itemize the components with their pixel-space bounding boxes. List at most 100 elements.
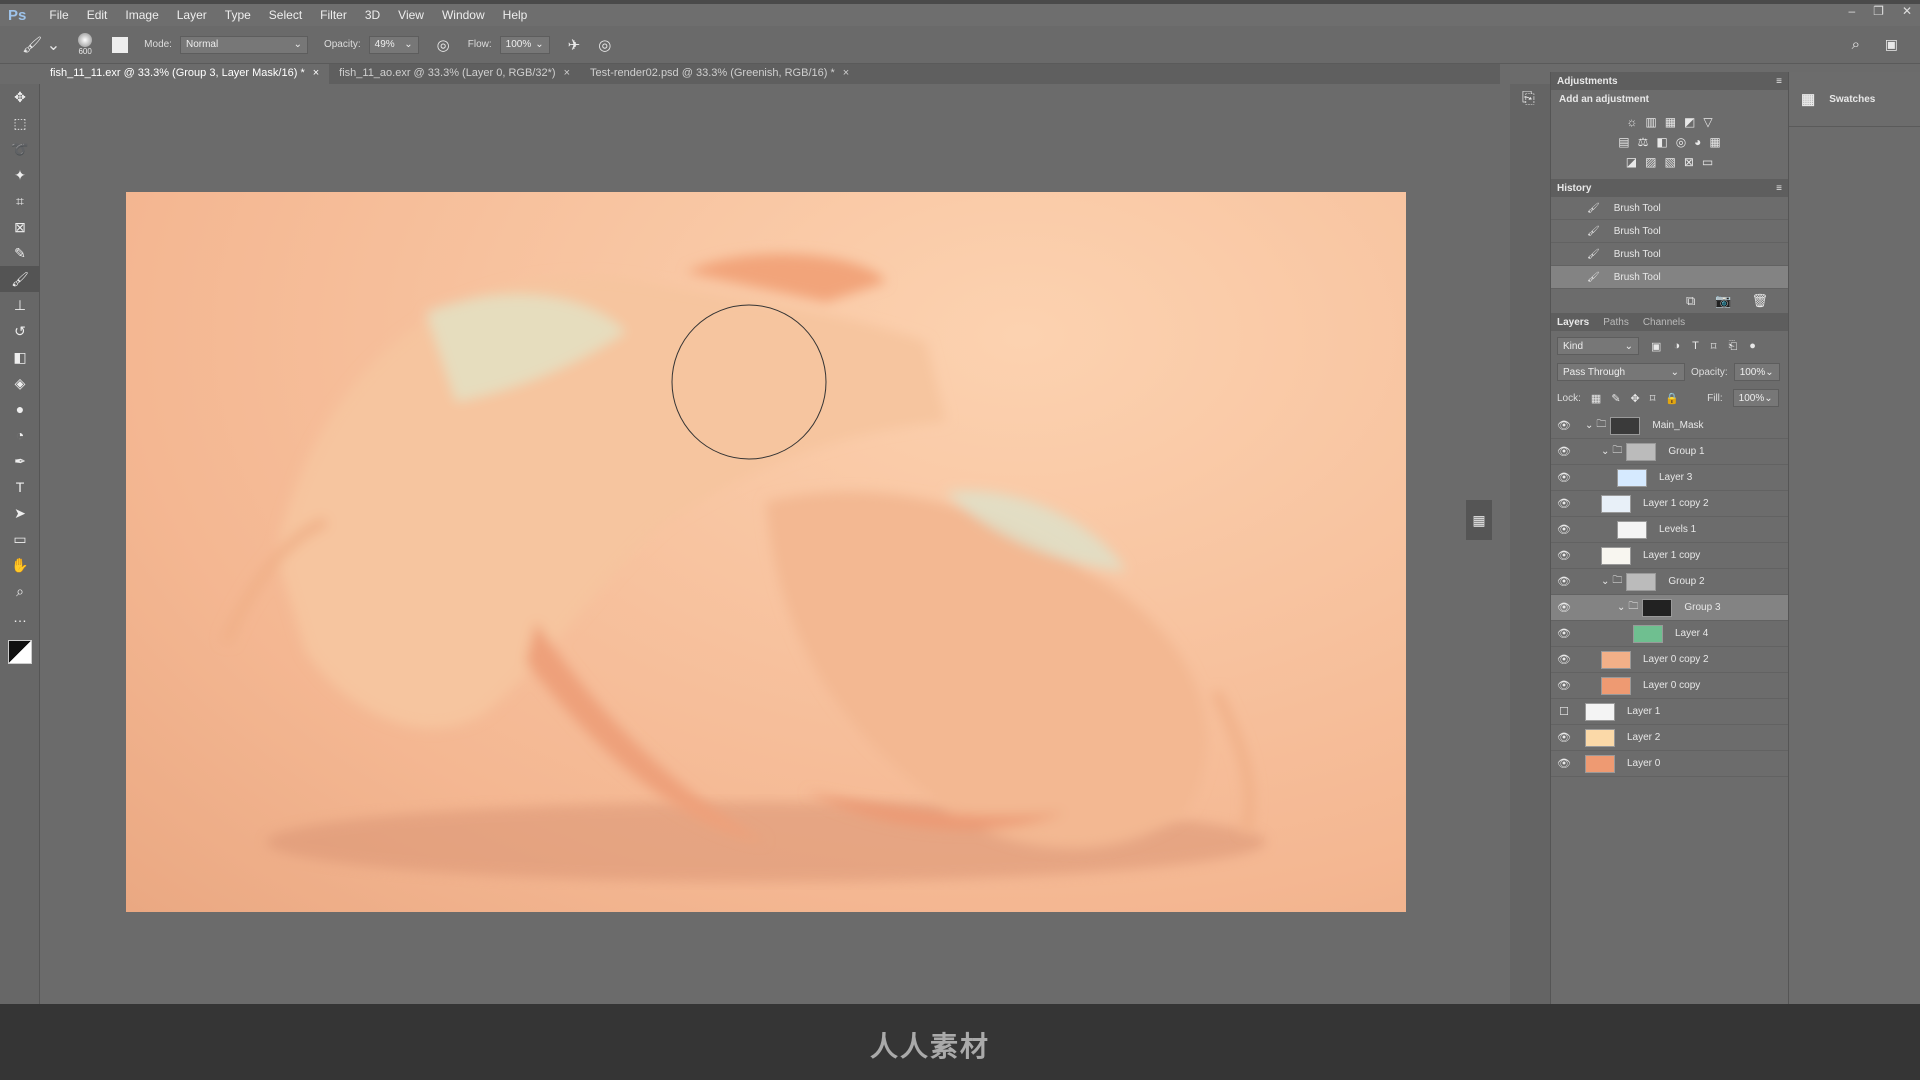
document-tab[interactable]: fish_11_11.exr @ 33.3% (Group 3, Layer M…	[40, 64, 330, 84]
workspace-icon[interactable]: ▣	[1885, 36, 1898, 53]
swatches-grid-icon[interactable]: ▦	[1801, 90, 1815, 108]
layer-name[interactable]: Group 2	[1668, 576, 1704, 587]
zoom-icon[interactable]: ⌕	[0, 578, 40, 604]
tab-layers[interactable]: Layers	[1557, 317, 1589, 328]
eye-icon[interactable]: 👁	[1551, 601, 1577, 614]
adjustment-icon[interactable]: ▥	[1645, 115, 1656, 129]
pen-icon[interactable]: ✒	[0, 448, 40, 474]
eye-icon[interactable]: 👁	[1551, 497, 1577, 510]
layer-name[interactable]: Layer 0	[1627, 758, 1660, 769]
dodge-icon[interactable]: ◔	[0, 422, 40, 448]
menu-3d[interactable]: 3D	[365, 8, 380, 22]
eye-icon[interactable]: 👁	[1551, 757, 1577, 770]
layer-name[interactable]: Group 1	[1668, 446, 1704, 457]
blur-icon[interactable]: ●	[0, 396, 40, 422]
filter-smart-icon[interactable]: ⎗	[1728, 340, 1737, 353]
chevron-down-icon[interactable]: ⌄	[1617, 602, 1625, 613]
eye-icon[interactable]: 👁	[1551, 731, 1577, 744]
layer-name[interactable]: Main_Mask	[1652, 420, 1703, 431]
layer-row[interactable]: 👁 ⌄ 🗀 Group 2	[1551, 569, 1788, 595]
history-state[interactable]: 🖌 Brush Tool	[1551, 243, 1788, 266]
layer-row[interactable]: 👁 Layer 1 copy	[1551, 543, 1788, 569]
chevron-down-icon[interactable]: ⌄	[1601, 576, 1609, 587]
frame-icon[interactable]: ⊠	[0, 214, 40, 240]
trash-icon[interactable]: 🗑	[1751, 293, 1768, 309]
properties-icon[interactable]: ⎘	[1522, 90, 1550, 108]
layer-name[interactable]: Layer 0 copy	[1643, 680, 1700, 691]
eye-icon[interactable]: 👁	[1551, 549, 1577, 562]
lock-pixels-icon[interactable]: ✎	[1611, 392, 1620, 405]
opacity-input[interactable]: 49% ⌄	[368, 35, 419, 54]
menu-type[interactable]: Type	[225, 8, 251, 22]
history-state[interactable]: 🖌 Brush Tool	[1551, 220, 1788, 243]
eye-icon[interactable]: 👁	[1551, 679, 1577, 692]
menu-image[interactable]: Image	[125, 8, 158, 22]
panel-menu-icon[interactable]: ≡	[1776, 183, 1782, 194]
history-brush-icon[interactable]: ↺	[0, 318, 40, 344]
document-canvas[interactable]	[126, 192, 1406, 912]
adjustment-icon[interactable]: ▦	[1709, 135, 1720, 149]
layer-row[interactable]: 👁 Layer 0 copy	[1551, 673, 1788, 699]
layer-opacity-input[interactable]: 100% ⌄	[1733, 363, 1780, 381]
mode-select[interactable]: Normal ⌄	[179, 35, 308, 54]
menu-select[interactable]: Select	[269, 8, 302, 22]
adjustment-icon[interactable]: ◩	[1684, 115, 1695, 129]
adjustment-icon[interactable]: ◧	[1656, 135, 1667, 149]
menu-view[interactable]: View	[398, 8, 424, 22]
layer-row[interactable]: 👁 Layer 0 copy 2	[1551, 647, 1788, 673]
document-tab[interactable]: Test-render02.psd @ 33.3% (Greenish, RGB…	[580, 64, 859, 84]
adjustment-icon[interactable]: ▧	[1664, 155, 1675, 169]
layer-name[interactable]: Layer 3	[1659, 472, 1692, 483]
brush-icon[interactable]: 🖌	[0, 266, 40, 292]
adjustment-icon[interactable]: ◪	[1626, 155, 1637, 169]
minimize-button[interactable]: –	[1848, 4, 1855, 18]
eye-icon[interactable]: 👁	[1551, 575, 1577, 588]
marquee-icon[interactable]: ⬚	[0, 110, 40, 136]
paint-bucket-icon[interactable]: ◈	[0, 370, 40, 396]
adjustment-icon[interactable]: ▨	[1645, 155, 1656, 169]
tab-channels[interactable]: Channels	[1643, 317, 1685, 328]
fill-input[interactable]: 100% ⌄	[1732, 389, 1779, 407]
menu-help[interactable]: Help	[503, 8, 528, 22]
document-tab[interactable]: fish_11_ao.exr @ 33.3% (Layer 0, RGB/32*…	[329, 64, 580, 84]
adjustment-icon[interactable]: ▤	[1618, 135, 1629, 149]
tab-paths[interactable]: Paths	[1603, 317, 1629, 328]
lock-transparency-icon[interactable]: ▦	[1591, 392, 1601, 405]
chevron-down-icon[interactable]: ⌄	[1585, 420, 1593, 431]
filter-kind-select[interactable]: Kind ⌄	[1557, 337, 1639, 355]
layer-row[interactable]: 👁 Layer 2	[1551, 725, 1788, 751]
lock-position-icon[interactable]: ✥	[1631, 392, 1640, 405]
filter-pixel-icon[interactable]: ▣	[1651, 340, 1661, 353]
pressure-opacity-icon[interactable]: ◎	[437, 36, 450, 54]
eye-icon[interactable]: 👁	[1551, 523, 1577, 536]
filter-adjustment-icon[interactable]: ◑	[1673, 340, 1680, 352]
blend-mode-select[interactable]: Pass Through ⌄	[1557, 363, 1685, 381]
rectangle-icon[interactable]: ▭	[0, 526, 40, 552]
type-icon[interactable]: T	[0, 474, 40, 500]
magic-wand-icon[interactable]: ✦	[0, 162, 40, 188]
layer-row[interactable]: 👁 Layer 3	[1551, 465, 1788, 491]
stamp-icon[interactable]: ⊥	[0, 292, 40, 318]
eye-icon[interactable]: 👁	[1551, 627, 1577, 640]
adjustment-icon[interactable]: ☼	[1626, 115, 1637, 129]
filter-type-icon[interactable]: T	[1692, 340, 1699, 352]
filter-shape-icon[interactable]: ⌑	[1711, 340, 1717, 353]
history-state[interactable]: 🖌 Brush Tool	[1551, 197, 1788, 220]
menu-filter[interactable]: Filter	[320, 8, 347, 22]
restore-button[interactable]: ❐	[1873, 4, 1884, 18]
adjustment-icon[interactable]: ▭	[1702, 155, 1713, 169]
adjustment-icon[interactable]: ⚖	[1638, 135, 1649, 149]
more-icon[interactable]: …	[0, 604, 40, 630]
brush-preset-icon[interactable]: 🖌 ⌄	[22, 35, 60, 55]
floating-panel-icon[interactable]: ▦	[1466, 500, 1492, 540]
adjustment-icon[interactable]: ▦	[1665, 115, 1676, 129]
close-button[interactable]: ✕	[1902, 4, 1912, 18]
layer-name[interactable]: Layer 4	[1675, 628, 1708, 639]
layer-name[interactable]: Layer 1 copy 2	[1643, 498, 1709, 509]
eye-icon[interactable]: 👁	[1551, 419, 1577, 432]
layer-row[interactable]: 👁 ⌄ 🗀 Group 3	[1551, 595, 1788, 621]
history-state[interactable]: 🖌 Brush Tool	[1551, 266, 1788, 289]
adjustment-icon[interactable]: ▽	[1703, 115, 1712, 129]
adjustment-icon[interactable]: ⊠	[1684, 155, 1694, 169]
panel-menu-icon[interactable]: ≡	[1776, 76, 1782, 87]
